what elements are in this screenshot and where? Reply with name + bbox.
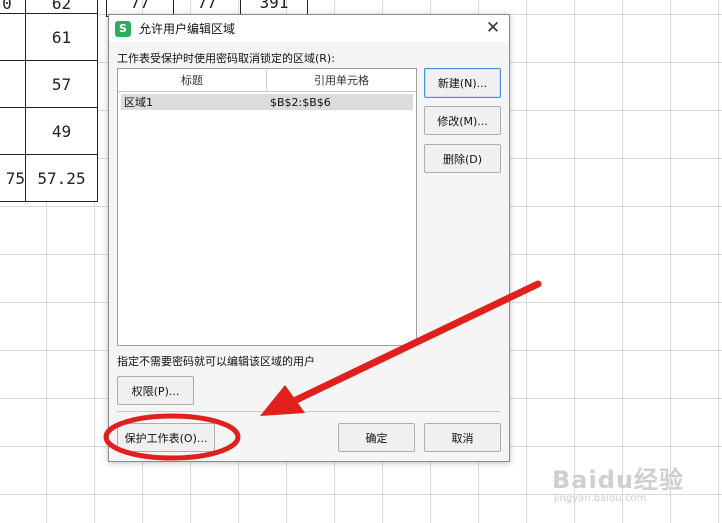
cancel-button[interactable]: 取消 (424, 423, 501, 452)
ranges-list-caption: 工作表受保护时使用密码取消锁定的区域(R): (117, 52, 335, 65)
cell[interactable]: 57.25 (25, 154, 98, 202)
close-icon[interactable]: ✕ (483, 18, 503, 38)
users-caption: 指定不需要密码就可以编辑该区域的用户 (117, 355, 315, 368)
table-row: 49 (0, 107, 98, 155)
baidu-watermark: Baidu经验 jingyan.baidu.com (552, 460, 684, 504)
table-row: 75 57.25 (0, 154, 98, 202)
cell[interactable]: 75 (0, 154, 26, 202)
cell[interactable]: 0 (0, 0, 26, 14)
ok-button[interactable]: 确定 (338, 423, 415, 452)
range-title: 区域1 (124, 96, 153, 109)
new-button[interactable]: 新建(N)... (424, 68, 501, 98)
permissions-button[interactable]: 权限(P)... (117, 376, 194, 405)
table-row: 57 (0, 60, 98, 108)
cell[interactable]: 49 (25, 107, 98, 155)
protect-sheet-button[interactable]: 保护工作表(O)... (117, 423, 215, 452)
list-item[interactable]: 区域1 $B$2:$B$6 (121, 94, 413, 110)
column-header-reference[interactable]: 引用单元格 (267, 69, 416, 91)
title-bar[interactable]: S 允许用户编辑区域 ✕ (109, 15, 509, 42)
data-table: 0 62 61 57 49 75 57.25 (0, 0, 98, 202)
table-row: 61 (0, 13, 98, 61)
cell[interactable] (0, 60, 26, 108)
column-header-title[interactable]: 标题 (118, 69, 267, 91)
list-header: 标题 引用单元格 (118, 69, 416, 92)
cell[interactable]: 57 (25, 60, 98, 108)
modify-button[interactable]: 修改(M)... (424, 106, 501, 135)
cell[interactable]: 61 (25, 13, 98, 61)
ranges-list[interactable]: 标题 引用单元格 区域1 $B$2:$B$6 (117, 68, 417, 346)
cell[interactable] (0, 107, 26, 155)
dialog-title: 允许用户编辑区域 (139, 22, 236, 36)
cell[interactable] (0, 13, 26, 61)
range-reference: $B$2:$B$6 (270, 95, 331, 109)
delete-button[interactable]: 删除(D) (424, 144, 501, 173)
wps-app-icon: S (115, 20, 131, 37)
table-row: 0 62 (0, 0, 98, 14)
allow-users-edit-ranges-dialog: S 允许用户编辑区域 ✕ 工作表受保护时使用密码取消锁定的区域(R): 标题 引… (108, 14, 510, 462)
divider (117, 411, 501, 412)
cell[interactable]: 62 (25, 0, 98, 14)
watermark-logo: Baidu经验 (552, 466, 684, 494)
